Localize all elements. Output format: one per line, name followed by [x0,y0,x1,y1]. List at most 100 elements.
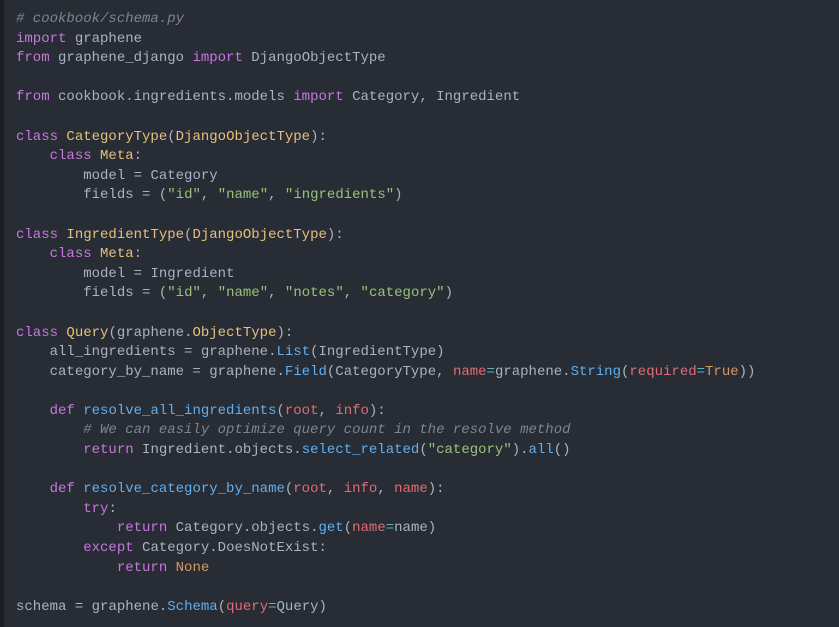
code-content: # cookbook/schema.py import graphene fro… [16,10,827,617]
keyword-from: from [16,89,50,105]
module-name: graphene_django [58,50,184,66]
module-ref: graphene [92,599,159,615]
attr-name: fields [83,285,133,301]
param-name: root [293,481,327,497]
method-call: all [529,442,554,458]
punct: , [344,285,361,301]
punct: , [201,187,218,203]
punct: ( [310,344,318,360]
identifier: Query [277,599,319,615]
attr-value: Ingredient [150,266,234,282]
kwarg-name: required [629,364,696,380]
imported-name: Ingredient [436,89,520,105]
punct: ) [445,285,453,301]
method-call: get [319,520,344,536]
base-class: DjangoObjectType [192,227,326,243]
punct: ): [310,129,327,145]
string-literal: "id" [167,187,201,203]
param-name: root [285,403,319,419]
operator: = [386,520,394,536]
class-name: IngredientType [66,227,184,243]
identifier: Category [142,540,209,556]
constant: True [705,364,739,380]
keyword-try: try [83,501,108,517]
punct: , [419,89,427,105]
keyword-return: return [117,520,167,536]
kwarg-name: name [453,364,487,380]
keyword-import: import [16,31,66,47]
module-ref: graphene [201,344,268,360]
identifier: objects [251,520,310,536]
attr-name: model [83,266,125,282]
punct: = [125,266,150,282]
keyword-class: class [50,148,92,164]
string-literal: "name" [218,187,268,203]
attr-name: category_by_name [50,364,184,380]
attr-name: fields [83,187,133,203]
punct: ) [512,442,520,458]
module-ref: graphene [209,364,276,380]
attr-name: model [83,168,125,184]
punct: ): [276,325,293,341]
punct: ) [394,187,402,203]
param-name: info [344,481,378,497]
punct: = [134,285,159,301]
imported-name: Category [352,89,419,105]
function-call: Field [285,364,327,380]
function-call: Schema [167,599,217,615]
punct: ( [344,520,352,536]
punct: = [66,599,91,615]
punct: = [125,168,150,184]
base-class: DjangoObjectType [176,129,310,145]
punct: ( [159,285,167,301]
punct: = [184,364,209,380]
function-name: resolve_category_by_name [83,481,285,497]
keyword-return: return [83,442,133,458]
operator: = [487,364,495,380]
keyword-class: class [50,246,92,262]
string-literal: "category" [361,285,445,301]
punct: = [134,187,159,203]
keyword-class: class [16,325,58,341]
punct: ( [419,442,427,458]
string-literal: "notes" [285,285,344,301]
punct: . [520,442,528,458]
punct: : [108,501,116,517]
keyword-class: class [16,129,58,145]
punct: . [293,442,301,458]
punct: ( [108,325,116,341]
keyword-from: from [16,50,50,66]
punct: : [134,148,142,164]
string-literal: "category" [428,442,512,458]
identifier: name [394,520,428,536]
punct: , [268,285,285,301]
punct: . [310,520,318,536]
base-class: ObjectType [192,325,276,341]
keyword-class: class [16,227,58,243]
operator: = [697,364,705,380]
string-literal: "name" [218,285,268,301]
punct: . [276,364,284,380]
type-arg: IngredientType [319,344,437,360]
param-name: name [394,481,428,497]
punct: ) [436,344,444,360]
punct: : [134,246,142,262]
type-arg: CategoryType [335,364,436,380]
punct: ): [369,403,386,419]
punct: , [318,403,335,419]
comment-line: # cookbook/schema.py [16,11,184,27]
string-literal: "ingredients" [285,187,394,203]
module-name: cookbook.ingredients.models [58,89,285,105]
kwarg-name: name [352,520,386,536]
punct: , [377,481,394,497]
punct: ): [428,481,445,497]
punct: ): [327,227,344,243]
identifier: Category [176,520,243,536]
kwarg-name: query [226,599,268,615]
punct: . [209,540,217,556]
punct: : [319,540,327,556]
punct: ) [319,599,327,615]
class-name: CategoryType [66,129,167,145]
function-call: List [276,344,310,360]
punct: () [554,442,571,458]
